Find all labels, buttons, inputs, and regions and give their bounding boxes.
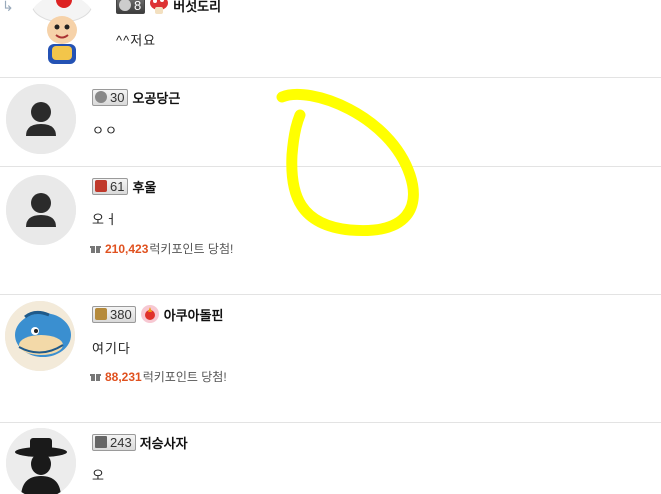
- reward-label: 럭키포인트 당첨!: [149, 242, 234, 256]
- avatar[interactable]: [26, 0, 98, 66]
- level-badge: 61: [92, 177, 129, 195]
- comment-text: 오: [92, 468, 105, 483]
- reward-points: 210,423: [105, 241, 149, 256]
- level-icon: [95, 308, 107, 320]
- level-badge: 30: [92, 88, 129, 106]
- default-avatar-icon: [6, 175, 76, 245]
- level-number: 380: [110, 306, 132, 322]
- default-avatar-icon: [6, 84, 76, 154]
- comment-meta: 61 후울: [92, 177, 156, 195]
- comment-meta: 380 아쿠아돌핀: [92, 305, 224, 323]
- reaper-avatar-icon: [6, 428, 76, 494]
- nickname[interactable]: 후울: [132, 177, 156, 196]
- fire-emblem-icon: [140, 305, 159, 323]
- level-number: 61: [110, 178, 125, 194]
- comment-text: 오ㅓ: [92, 212, 118, 227]
- level-badge: 8: [116, 0, 146, 14]
- comment-text: ^^저요: [116, 33, 157, 48]
- lucky-point-reward: 210,423 럭키포인트 당첨!: [90, 240, 233, 257]
- nickname[interactable]: 버섯도리: [173, 0, 221, 15]
- gift-icon: [90, 246, 101, 253]
- level-icon: [119, 0, 131, 11]
- reward-label: 럭키포인트 당첨!: [142, 370, 227, 384]
- nickname[interactable]: 오공당근: [132, 88, 180, 107]
- comment-item: 30 오공당근 ㅇㅇ: [0, 78, 661, 166]
- reply-arrow-icon: ↳: [2, 0, 14, 14]
- lucky-point-reward: 88,231 럭키포인트 당첨!: [90, 368, 227, 385]
- level-badge: 243: [92, 433, 136, 451]
- dolphin-avatar-icon: [5, 301, 75, 371]
- level-icon: [95, 91, 107, 103]
- toad-avatar-icon: [26, 0, 98, 66]
- avatar[interactable]: [5, 301, 75, 371]
- avatar[interactable]: [6, 428, 76, 494]
- comment-item: 243 저승사자 오: [0, 423, 661, 494]
- comment-item: 380 아쿠아돌핀 여기다 88,231 럭키포인트 당첨!: [0, 295, 661, 422]
- nickname[interactable]: 저승사자: [140, 433, 188, 452]
- mushroom-emblem-icon: [150, 0, 169, 14]
- level-number: 243: [110, 434, 132, 450]
- level-icon: [95, 436, 107, 448]
- comment-text: 여기다: [92, 341, 131, 356]
- level-icon: [95, 180, 107, 192]
- reward-points: 88,231: [105, 369, 142, 384]
- level-badge: 380: [92, 305, 136, 323]
- comment-meta: 30 오공당근: [92, 88, 180, 106]
- level-number: 8: [134, 0, 142, 13]
- nickname[interactable]: 아쿠아돌핀: [164, 305, 224, 324]
- avatar[interactable]: [6, 175, 76, 245]
- comment-meta: 243 저승사자: [92, 433, 188, 451]
- comment-text: ㅇㅇ: [92, 123, 118, 138]
- comment-item: 61 후울 오ㅓ 210,423 럭키포인트 당첨!: [0, 167, 661, 294]
- comment-item: ↳ 8 버섯도리 ^^저요: [0, 0, 661, 77]
- gift-icon: [90, 374, 101, 381]
- comment-meta: 8 버섯도리: [116, 0, 221, 14]
- level-number: 30: [110, 89, 125, 105]
- avatar[interactable]: [6, 84, 76, 154]
